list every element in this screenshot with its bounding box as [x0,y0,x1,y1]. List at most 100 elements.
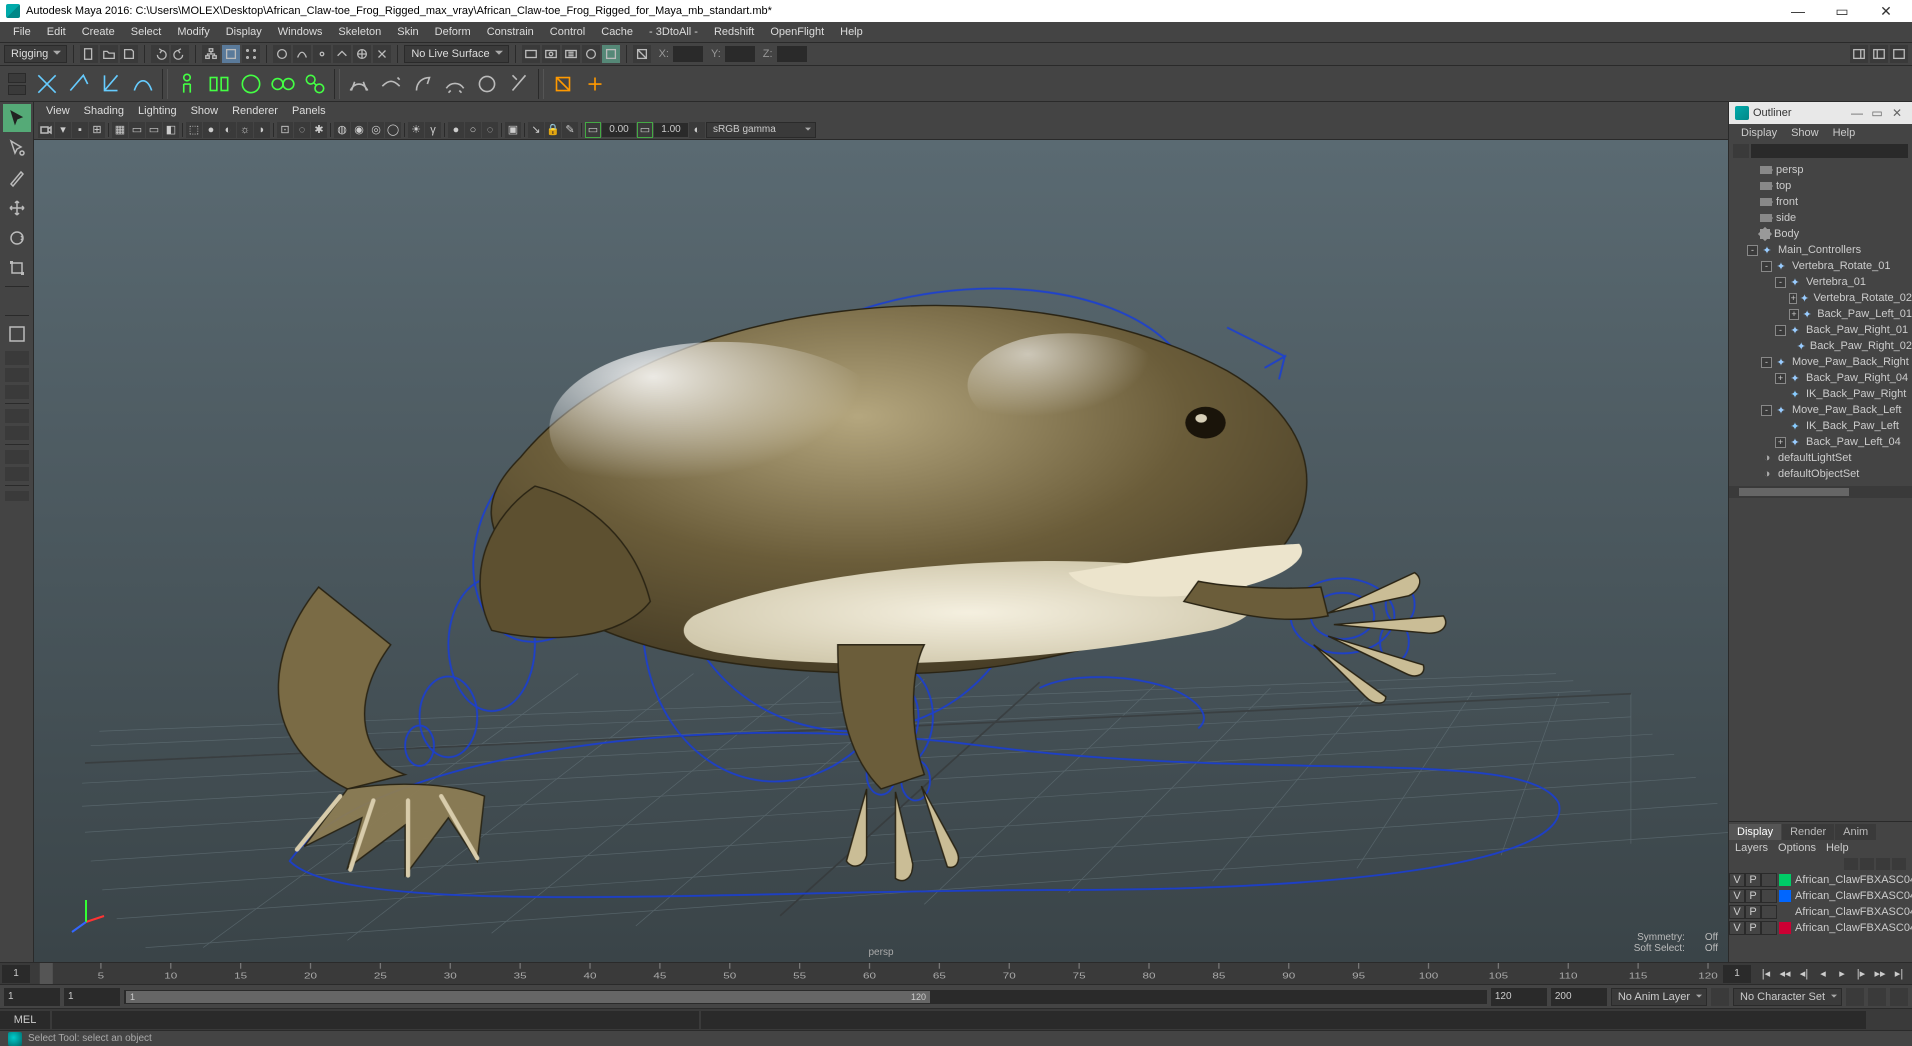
anim-layer-dropdown[interactable]: No Anim Layer [1611,988,1707,1006]
vp-snap-icon[interactable]: ↘ [528,122,544,138]
tree-expander[interactable]: + [1775,373,1786,384]
panel-menu-show[interactable]: Show [185,104,225,118]
outliner-item-persp[interactable]: persp [1729,162,1912,178]
layer-new-selected-icon[interactable] [1892,858,1906,870]
workspace-dropdown[interactable]: Rigging [4,45,67,63]
paint-weights-icon[interactable] [408,69,438,99]
layer-color-swatch[interactable] [1779,874,1791,886]
sidebar-toggle-3-icon[interactable] [1890,45,1908,63]
tree-expander[interactable]: + [1775,437,1786,448]
outliner-item-back-paw-right-04[interactable]: +Back_Paw_Right_04 [1729,370,1912,386]
menu-control[interactable]: Control [543,24,592,40]
xray-joints-icon[interactable]: ✱ [311,122,327,138]
lasso-select-icon[interactable] [64,69,94,99]
outliner-item-move-paw-back-left[interactable]: -Move_Paw_Back_Left [1729,402,1912,418]
color-space-dropdown[interactable]: sRGB gamma [706,122,816,138]
outliner-hscroll[interactable] [1729,486,1912,498]
script-language-label[interactable]: MEL [0,1011,50,1029]
gate-b-value[interactable]: 1.00 [654,123,688,137]
open-scene-icon[interactable] [100,45,118,63]
menu-select[interactable]: Select [124,24,169,40]
constraint-parent-icon[interactable] [548,69,578,99]
tree-expander[interactable]: - [1761,261,1772,272]
play-forward-button[interactable]: ▸ [1833,965,1851,983]
tree-expander[interactable]: + [1789,309,1799,320]
scale-tool[interactable] [3,254,31,282]
render-settings-icon[interactable] [562,45,580,63]
layers-help-menu[interactable]: Help [1826,842,1849,854]
current-frame-end[interactable]: 1 [1723,965,1751,983]
tree-expander[interactable]: - [1775,277,1786,288]
command-input[interactable] [52,1011,699,1029]
dope-sheet-layout[interactable] [5,426,29,440]
range-start-outer[interactable]: 1 [4,988,60,1006]
script-editor-icon[interactable] [1870,1011,1888,1029]
sidebar-toggle-2-icon[interactable] [1870,45,1888,63]
lights-all-icon[interactable]: ● [448,122,464,138]
anim-layer-options-icon[interactable] [1711,988,1729,1006]
layer-vis-toggle[interactable]: V [1729,873,1745,887]
menu--3dtoall-[interactable]: - 3DtoAll - [642,24,705,40]
ik-handle-icon[interactable] [204,69,234,99]
menu-skeleton[interactable]: Skeleton [331,24,388,40]
outliner-item-defaultobjectset[interactable]: defaultObjectSet [1729,466,1912,482]
ao-icon[interactable]: ◍ [334,122,350,138]
tree-expander[interactable]: - [1775,325,1786,336]
layer-type-toggle[interactable] [1761,905,1777,919]
layers-options-menu[interactable]: Options [1778,842,1816,854]
paint-select-icon[interactable] [96,69,126,99]
menu-file[interactable]: File [6,24,38,40]
snap-curve-icon[interactable] [293,45,311,63]
menu-redshift[interactable]: Redshift [707,24,761,40]
outliner-item-back-paw-right-01[interactable]: -Back_Paw_Right_01 [1729,322,1912,338]
menu-display[interactable]: Display [219,24,269,40]
gate-a-value[interactable]: 0.00 [602,123,636,137]
lights-none-icon[interactable]: ◌ [482,122,498,138]
layer-playback-toggle[interactable]: P [1745,889,1761,903]
move-tool[interactable] [3,194,31,222]
menu-deform[interactable]: Deform [428,24,478,40]
next-key-button[interactable]: |▸ [1852,965,1870,983]
range-track[interactable]: 1120 [124,990,1487,1004]
go-end-button[interactable]: ▸| [1890,965,1908,983]
outliner-menu-show[interactable]: Show [1785,126,1825,140]
shadows-icon[interactable]: ◗ [254,122,270,138]
snap-live-icon[interactable] [353,45,371,63]
menu-cache[interactable]: Cache [594,24,640,40]
range-end-outer[interactable]: 200 [1551,988,1607,1006]
paint-selection-tool[interactable] [3,164,31,192]
coord-x-input[interactable] [673,46,703,62]
tree-expander[interactable]: - [1761,357,1772,368]
layer-vis-toggle[interactable]: V [1729,905,1745,919]
soft-select-icon[interactable] [128,69,158,99]
outliner-minimize-button[interactable]: — [1848,106,1866,120]
save-scene-icon[interactable] [120,45,138,63]
color-mgmt-icon[interactable]: ◐ [689,122,705,138]
uv-editor-layout[interactable] [5,467,29,481]
outliner-item-vertebra-01[interactable]: -Vertebra_01 [1729,274,1912,290]
motion-blur-icon[interactable]: ◉ [351,122,367,138]
layer-vis-toggle[interactable]: V [1729,889,1745,903]
character-set-dropdown[interactable]: No Character Set [1733,988,1842,1006]
set-key-icon[interactable] [1868,988,1886,1006]
range-thumb[interactable]: 1120 [126,991,930,1003]
snap-plane-icon[interactable] [333,45,351,63]
dof-icon[interactable]: ◯ [385,122,401,138]
smooth-shade-icon[interactable]: ● [203,122,219,138]
outliner-item-ik-back-paw-left[interactable]: IK_Back_Paw_Left [1729,418,1912,434]
menu-modify[interactable]: Modify [170,24,216,40]
resolution-gate-icon[interactable]: ▭ [146,122,162,138]
film-gate-icon[interactable]: ▭ [129,122,145,138]
panel-menu-panels[interactable]: Panels [286,104,332,118]
select-object-icon[interactable] [222,45,240,63]
close-button[interactable]: ✕ [1866,1,1906,21]
tree-expander[interactable]: + [1789,293,1797,304]
outliner-menu-display[interactable]: Display [1735,126,1783,140]
vp-greasepencil-icon[interactable]: ✎ [562,122,578,138]
outliner-maximize-button[interactable]: ▭ [1868,106,1886,120]
outliner-layout[interactable] [5,385,29,399]
undo-icon[interactable] [151,45,169,63]
outliner-item-defaultlightset[interactable]: defaultLightSet [1729,450,1912,466]
select-hierarchy-icon[interactable] [202,45,220,63]
layer-row[interactable]: V P African_ClawFBXASC04 [1729,888,1912,904]
